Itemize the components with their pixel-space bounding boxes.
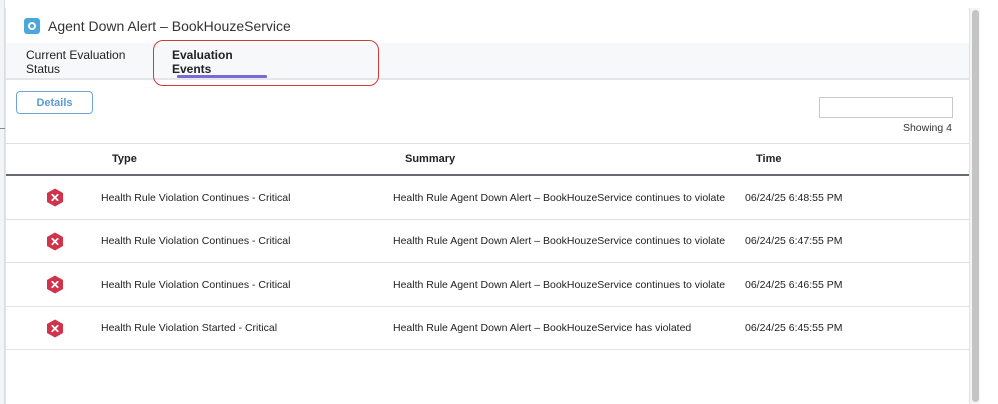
row-summary: Health Rule Agent Down Alert – BookHouze…	[393, 322, 692, 334]
row-summary: Health Rule Agent Down Alert – BookHouze…	[393, 278, 726, 291]
row-type: Health Rule Violation Continues - Critic…	[101, 235, 291, 247]
row-type: Health Rule Violation Continues - Critic…	[101, 278, 291, 291]
tab-bar: Current Evaluation Status Evaluation Eve…	[6, 43, 970, 80]
row-status-cell	[46, 307, 64, 350]
active-tab-indicator	[177, 75, 267, 78]
health-rule-icon	[24, 17, 40, 34]
tab-current-evaluation-status[interactable]: Current Evaluation Status	[26, 43, 148, 80]
column-header-type[interactable]: Type	[112, 144, 137, 174]
critical-icon	[47, 319, 63, 337]
row-time: 06/24/25 6:45:55 PM	[745, 322, 843, 334]
column-header-time[interactable]: Time	[756, 144, 781, 174]
row-type: Health Rule Violation Continues - Critic…	[101, 191, 291, 204]
row-summary: Health Rule Agent Down Alert – BookHouze…	[393, 191, 726, 204]
evaluation-panel: Agent Down Alert – BookHouzeService Curr…	[5, 8, 970, 404]
critical-icon	[47, 232, 63, 250]
search-box	[819, 97, 970, 118]
row-status-cell	[46, 263, 64, 306]
row-type: Health Rule Violation Started - Critical	[101, 322, 278, 334]
panel-title: Agent Down Alert – BookHouzeService	[48, 17, 291, 34]
details-button[interactable]: Details	[16, 91, 93, 114]
scrollbar-thumb[interactable]	[972, 10, 979, 402]
row-time: 06/24/25 6:47:55 PM	[745, 235, 843, 247]
row-summary: Health Rule Agent Down Alert – BookHouze…	[393, 235, 726, 247]
table-row[interactable]: Health Rule Violation Continues - Critic…	[6, 263, 970, 307]
vertical-scrollbar[interactable]	[969, 8, 980, 404]
result-count: Showing 4	[902, 122, 952, 134]
column-header-summary[interactable]: Summary	[405, 144, 455, 174]
row-status-cell	[46, 220, 64, 263]
row-status-cell	[46, 176, 64, 219]
row-time: 06/24/25 6:46:55 PM	[745, 278, 843, 291]
window-right-margin	[980, 0, 998, 404]
table-row[interactable]: Health Rule Violation Started - Critical…	[6, 307, 970, 350]
critical-icon	[47, 188, 63, 207]
table-header: Type Summary Time	[6, 144, 970, 176]
table-row[interactable]: Health Rule Violation Continues - Critic…	[6, 176, 970, 220]
critical-icon	[47, 275, 63, 294]
search-input[interactable]	[828, 98, 970, 117]
panel-title-bar: Agent Down Alert – BookHouzeService	[6, 8, 970, 43]
table-row[interactable]: Health Rule Violation Continues - Critic…	[6, 220, 970, 263]
events-table: Type Summary Time Health Rule Violation …	[6, 143, 970, 350]
row-time: 06/24/25 6:48:55 PM	[745, 191, 843, 204]
